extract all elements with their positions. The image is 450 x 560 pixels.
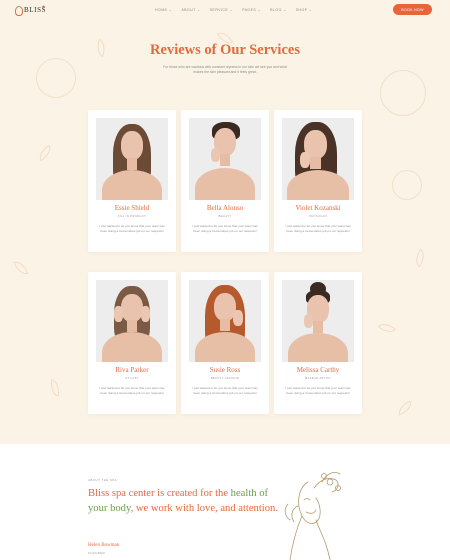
review-card: Melissa Carthy MAKEUP ARTIST I just want… [274, 272, 362, 414]
reviewer-name: Susie Ross [209, 366, 241, 374]
nav-item-label: SHOP [295, 8, 308, 12]
chevron-down-icon: ⌄ [283, 8, 287, 12]
reviewer-photo [282, 280, 354, 362]
review-quote: I just wanted to let you know that your … [192, 224, 258, 233]
leaf-decoration [395, 400, 415, 416]
chevron-down-icon: ⌄ [229, 8, 234, 12]
reviewer-role: MAKEUP ARTIST [304, 376, 332, 380]
reviewer-role: PHYSICIAN [309, 214, 327, 218]
reviewer-role: BEAUTY [218, 214, 232, 218]
reviewer-photo [189, 118, 261, 200]
nav-item-label: SERVICE [209, 8, 229, 12]
background-floral-decoration [392, 170, 422, 200]
chevron-down-icon: ⌄ [308, 8, 313, 12]
reviewer-role: STYLIST [125, 376, 139, 380]
section-title: Reviews of Our Services [150, 42, 300, 58]
signature-name: Helen Bowman [88, 543, 120, 548]
reviewer-photo [96, 118, 168, 200]
reviewer-role: FILL IN PRODUCT [117, 214, 147, 218]
reviewer-photo [189, 280, 261, 362]
review-quote: I just wanted to let you know that your … [285, 224, 351, 233]
lotus-icon [15, 6, 23, 16]
review-card: Riva Parker STYLIST I just wanted to let… [88, 272, 176, 414]
brand-logo[interactable]: BLISS ✦ [15, 5, 49, 17]
book-now-button[interactable]: BOOK NOW [393, 4, 432, 15]
main-nav: HOME ⌄ ABOUT ⌄ SERVICE ⌄ PAGES ⌄ BLOG ⌄ SHOP ⌄ [155, 8, 321, 12]
review-quote: I just wanted to let you know that your … [99, 386, 165, 395]
nav-item-about[interactable]: ABOUT ⌄ [181, 8, 200, 12]
about-text-start: Bliss spa center is created for the [88, 488, 231, 499]
nav-item-shop[interactable]: SHOP ⌄ [296, 8, 313, 12]
section-subtitle: For those who are cautious with constant… [163, 65, 287, 75]
leaf-decoration [411, 248, 429, 268]
reviewer-name: Riva Parker [115, 366, 149, 374]
nav-item-blog[interactable]: BLOG ⌄ [270, 8, 287, 12]
reviewer-role: BEAUTY ADVISOR [210, 376, 240, 380]
chevron-down-icon: ⌄ [168, 8, 173, 12]
review-quote: I just wanted to let you know that your … [99, 224, 165, 233]
leaf-decoration [377, 319, 397, 337]
nav-item-service[interactable]: SERVICE ⌄ [210, 8, 233, 12]
reviewer-photo [282, 118, 354, 200]
nav-item-pages[interactable]: PAGES ⌄ [242, 8, 261, 12]
review-quote: I just wanted to let you know that your … [285, 386, 351, 395]
background-floral-decoration [36, 58, 76, 98]
leaf-decoration [35, 144, 55, 162]
about-label: ABOUT THE SPA [88, 478, 117, 482]
reviewer-name: Bella Alonso [206, 204, 244, 212]
about-text: Bliss spa center is created for the heal… [88, 487, 278, 516]
review-card: Essie Shield FILL IN PRODUCT I just want… [88, 110, 176, 252]
reviewer-name: Melissa Carthy [296, 366, 340, 374]
review-card: Susie Ross BEAUTY ADVISOR I just wanted … [181, 272, 269, 414]
review-card: Violet Kozanski PHYSICIAN I just wanted … [274, 110, 362, 252]
site-header: BLISS ✦ HOME ⌄ ABOUT ⌄ SERVICE ⌄ PAGES ⌄ BLO… [0, 0, 450, 20]
chevron-down-icon: ⌄ [197, 8, 201, 12]
reviewer-photo [96, 280, 168, 362]
nav-item-label: HOME [155, 8, 168, 12]
review-card: Bella Alonso BEAUTY I just wanted to let… [181, 110, 269, 252]
nav-item-home[interactable]: HOME ⌄ [155, 8, 172, 12]
leaf-decoration [48, 379, 62, 397]
leaf-decoration [13, 258, 29, 278]
sparkle-icon: ✦ [41, 5, 47, 11]
reviewer-name: Violet Kozanski [295, 204, 341, 212]
about-text-end: , we work with love, and attention. [130, 502, 278, 514]
nav-item-label: PAGES [242, 8, 257, 12]
chevron-down-icon: ⌄ [257, 8, 262, 12]
nav-item-label: BLOG [270, 8, 282, 12]
reviewer-name: Essie Shield [114, 204, 150, 212]
nav-item-label: ABOUT [181, 8, 196, 12]
woman-lineart-illustration [284, 472, 341, 560]
review-quote: I just wanted to let you know that your … [192, 386, 258, 395]
background-floral-decoration [380, 70, 426, 116]
signature-role: FOUNDER [88, 551, 105, 555]
